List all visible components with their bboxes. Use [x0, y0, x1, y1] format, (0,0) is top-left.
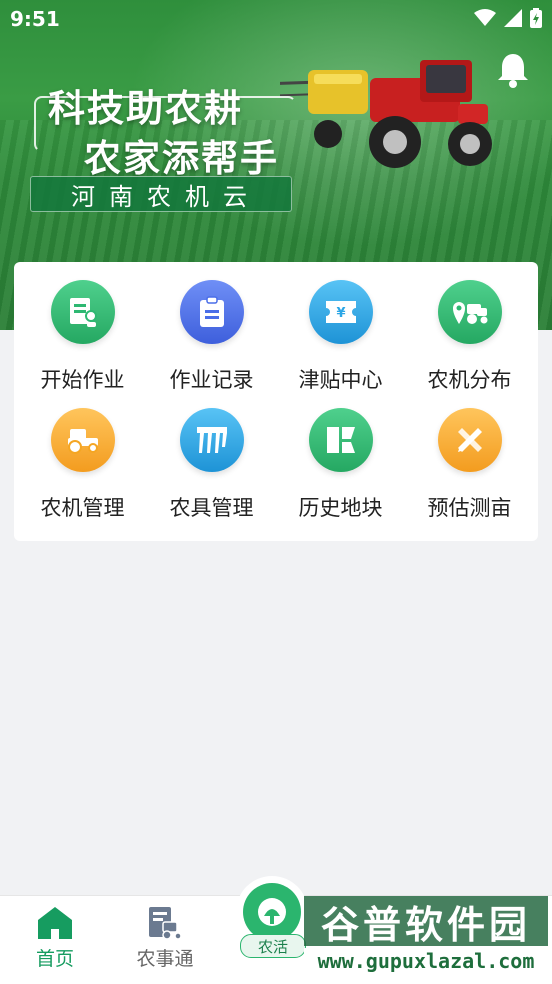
menu-item-machine-management[interactable]: 农机管理	[18, 408, 147, 522]
farm-work-button[interactable]: 农活	[236, 876, 308, 972]
tab-label: 首页	[35, 948, 74, 970]
tractor-icon	[50, 408, 115, 472]
signal-icon	[504, 9, 522, 27]
map-tractor-icon	[437, 280, 502, 344]
ticket-yuan-icon: ¥	[308, 280, 373, 344]
menu-item-start-work[interactable]: 开始作业	[18, 280, 147, 394]
menu-item-subsidy-center[interactable]: ¥ 津贴中心	[276, 280, 405, 394]
svg-text:¥: ¥	[336, 306, 345, 321]
tab-label: 农事通	[136, 948, 194, 970]
menu-label: 作业记录	[169, 368, 254, 392]
menu-label: 开始作业	[40, 368, 125, 392]
tab-farm-news[interactable]: 农事通	[120, 906, 210, 971]
tractor-illustration	[280, 60, 492, 168]
bell-icon[interactable]	[496, 52, 530, 88]
function-menu-grid: 开始作业 作业记录 ¥ 津贴中心 农机分布 农机管理 农具管理 历史地块 预估测…	[14, 280, 538, 522]
home-icon	[38, 907, 72, 939]
menu-label: 历史地块	[298, 496, 383, 520]
slogan-line-2: 农家添帮手	[84, 137, 279, 180]
status-time: 9:51	[10, 7, 60, 31]
menu-label: 农机管理	[40, 496, 125, 520]
harrow-icon	[179, 408, 244, 472]
menu-item-estimate-area[interactable]: 预估测亩	[405, 408, 534, 522]
clipboard-icon	[179, 280, 244, 344]
menu-label: 预估测亩	[427, 496, 512, 520]
slogan-line-1: 科技助农耕	[48, 87, 243, 130]
land-plot-icon	[308, 408, 373, 472]
function-menu-card: 开始作业 作业记录 ¥ 津贴中心 农机分布 农机管理 农具管理 历史地块 预估测…	[14, 262, 538, 541]
system-icons	[474, 8, 542, 28]
farm-doc-icon	[149, 907, 182, 940]
menu-item-machine-distribution[interactable]: 农机分布	[405, 280, 534, 394]
status-bar: 9:51	[0, 0, 552, 38]
menu-item-work-records[interactable]: 作业记录	[147, 280, 276, 394]
farm-work-label: 农活	[240, 934, 306, 958]
menu-item-history-plots[interactable]: 历史地块	[276, 408, 405, 522]
tab-home[interactable]: 首页	[10, 906, 100, 971]
menu-label: 农机分布	[427, 368, 512, 392]
farm-work-icon	[243, 883, 301, 941]
battery-icon	[530, 8, 542, 28]
wifi-icon	[474, 9, 496, 26]
start-work-icon	[50, 280, 115, 344]
brand-name: 河南农机云	[30, 176, 292, 212]
menu-item-implement-management[interactable]: 农具管理	[147, 408, 276, 522]
menu-label: 津贴中心	[298, 368, 383, 392]
ruler-pencil-icon	[437, 408, 502, 472]
menu-label: 农具管理	[169, 496, 254, 520]
